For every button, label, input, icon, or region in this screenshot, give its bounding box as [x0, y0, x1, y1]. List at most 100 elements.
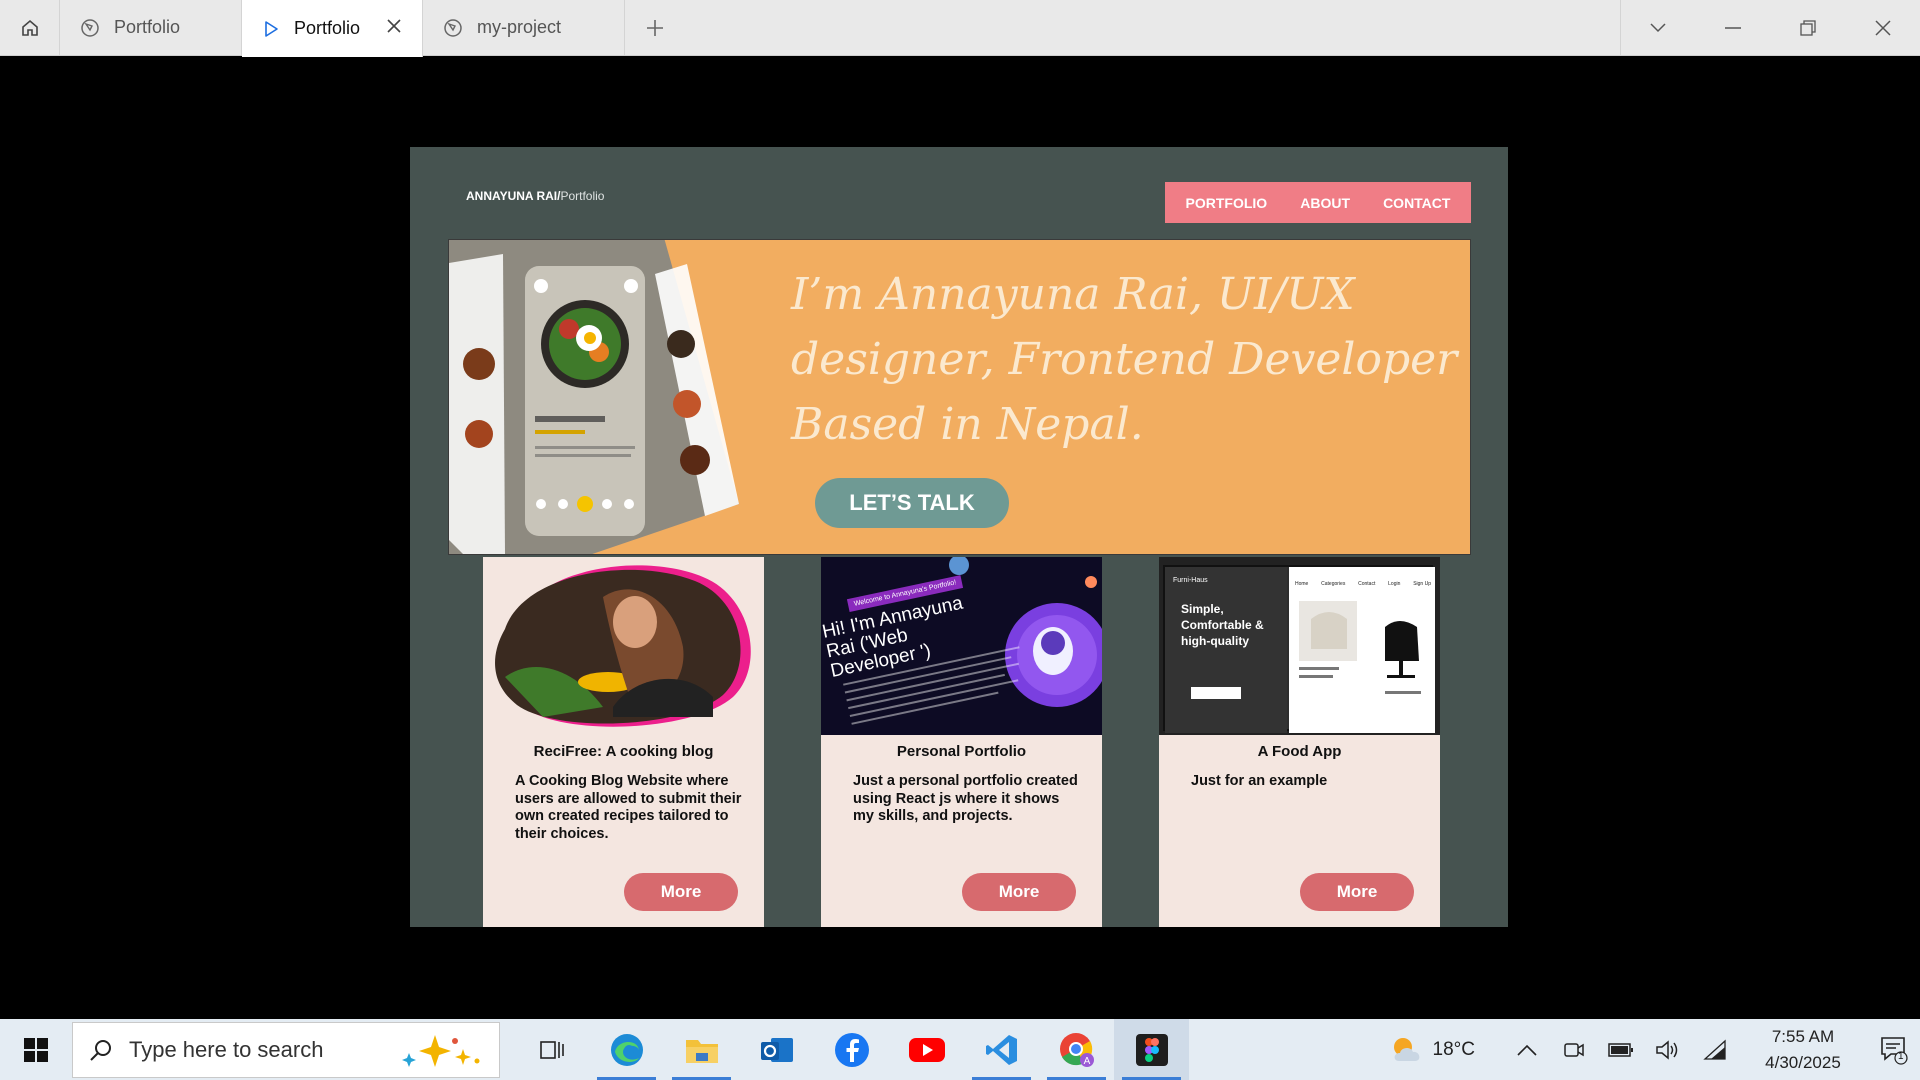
youtube-icon	[908, 1037, 945, 1062]
show-hidden-icons-button[interactable]	[1503, 1044, 1550, 1056]
more-button[interactable]: More	[962, 873, 1076, 911]
folder-icon	[685, 1039, 718, 1063]
home-icon	[21, 19, 38, 36]
chevron-down-icon	[1650, 22, 1666, 32]
youtube-app[interactable]	[889, 1019, 964, 1080]
play-icon	[265, 20, 278, 37]
nav-about[interactable]: ABOUT	[1300, 195, 1350, 211]
file-explorer-app[interactable]	[664, 1019, 739, 1080]
network-button[interactable]	[1691, 1039, 1738, 1061]
tab-my-project[interactable]: my-project	[423, 0, 625, 55]
thumb-heading: Simple, Comfortable & high-quality	[1181, 602, 1264, 648]
search-placeholder: Type here to search	[129, 1036, 324, 1062]
hero-banner: I’m Annayuna Rai, UI/UX designer, Fronte…	[448, 239, 1471, 555]
chrome-icon: A	[1059, 1032, 1094, 1067]
restore-icon	[1799, 19, 1816, 36]
battery-icon	[1607, 1042, 1633, 1057]
card-description: Just a personal portfolio created using …	[853, 773, 1078, 824]
nav-portfolio[interactable]: PORTFOLIO	[1186, 195, 1268, 211]
card-title: A Food App	[1257, 743, 1342, 760]
card-description: Just for an example	[1191, 773, 1328, 789]
portfolio-frame: ANNAYUNA RAI/Portfolio PORTFOLIO ABOUT C…	[410, 147, 1508, 927]
card-title: ReciFree: A cooking blog	[533, 743, 714, 760]
edge-icon	[610, 1033, 643, 1066]
more-button[interactable]: More	[624, 873, 738, 911]
notification-icon	[1881, 1036, 1908, 1065]
chrome-app[interactable]: A	[1039, 1019, 1114, 1080]
speaker-icon	[1655, 1039, 1677, 1060]
battery-button[interactable]	[1597, 1042, 1644, 1058]
clock[interactable]: 7:55 AM 4/30/2025	[1748, 1024, 1858, 1076]
food-app-mockup-image	[449, 240, 739, 554]
lets-talk-button[interactable]: LET’S TALK	[815, 478, 1009, 528]
taskbar: Type here to search A 18°C 7:55 AM 4/30/…	[0, 1019, 1920, 1080]
facebook-app[interactable]	[814, 1019, 889, 1080]
weather-partly-cloudy-icon	[1393, 1037, 1419, 1061]
facebook-icon	[834, 1032, 869, 1067]
camera-icon	[1563, 1042, 1584, 1057]
new-tab-button[interactable]	[625, 0, 685, 55]
tab-label: Portfolio	[294, 18, 361, 38]
outlook-icon	[760, 1037, 793, 1062]
figma-icon	[1135, 1033, 1168, 1066]
thumb-nav-item: Home	[1295, 581, 1309, 587]
task-view-button[interactable]	[514, 1019, 589, 1080]
tab-list-button[interactable]	[1620, 0, 1695, 55]
thumb-brand: Furni-Haus	[1173, 577, 1208, 584]
more-button[interactable]: More	[1300, 873, 1414, 911]
tab-portfolio-figma[interactable]: Portfolio	[60, 0, 242, 55]
site-nav: PORTFOLIO ABOUT CONTACT	[1165, 182, 1471, 223]
search-icon	[90, 1039, 111, 1061]
wifi-icon	[1702, 1039, 1726, 1060]
close-window-button[interactable]	[1845, 0, 1920, 55]
tab-label: my-project	[477, 17, 562, 37]
task-view-icon	[539, 1040, 564, 1059]
close-tab-button[interactable]	[386, 18, 402, 39]
food-app-thumbnail: Furni-Haus Simple, Comfortable & high-qu…	[1159, 557, 1440, 735]
tab-label: Portfolio	[114, 17, 181, 37]
clock-date: 4/30/2025	[1765, 1052, 1841, 1072]
svg-text:A: A	[1083, 1056, 1090, 1067]
notifications-button[interactable]: 1	[1868, 1035, 1920, 1065]
thumb-nav-item: Contact	[1358, 581, 1376, 587]
recifree-thumbnail	[483, 557, 764, 735]
restore-button[interactable]	[1770, 0, 1845, 55]
windows-logo-icon	[24, 1037, 48, 1062]
brand-subtitle: Portfolio	[560, 189, 605, 203]
minimize-button[interactable]	[1695, 0, 1770, 55]
vscode-icon	[985, 1034, 1017, 1065]
meet-now-button[interactable]	[1550, 1039, 1597, 1061]
copilot-sparkle-icon	[402, 1034, 480, 1067]
site-brand[interactable]: ANNAYUNA RAI/Portfolio	[466, 189, 604, 203]
vscode-app[interactable]	[964, 1019, 1039, 1080]
tab-portfolio-prototype[interactable]: Portfolio	[242, 0, 423, 57]
home-button[interactable]	[0, 0, 60, 55]
nav-contact[interactable]: CONTACT	[1383, 195, 1450, 211]
close-icon	[1874, 19, 1891, 36]
thumb-nav: Home Categories Contact Login Sign Up	[1295, 581, 1431, 587]
outlook-app[interactable]	[739, 1019, 814, 1080]
cooking-photo-image	[495, 565, 751, 727]
weather-temperature: 18°C	[1432, 1038, 1475, 1060]
taskbar-search[interactable]: Type here to search	[72, 1021, 500, 1078]
figma-app[interactable]	[1114, 1019, 1189, 1080]
prototype-canvas: ANNAYUNA RAI/Portfolio PORTFOLIO ABOUT C…	[0, 57, 1920, 1019]
window-controls	[1620, 0, 1920, 55]
portfolio-thumbnail: Welcome to Annayuna's Portfolio! Hi! I'm…	[821, 557, 1102, 735]
thumb-nav-item: Categories	[1321, 581, 1346, 587]
system-tray: 18°C 7:55 AM 4/30/2025 1	[1389, 1019, 1920, 1080]
start-button[interactable]	[0, 1019, 72, 1080]
clock-time: 7:55 AM	[1771, 1026, 1835, 1046]
weather-widget[interactable]: 18°C	[1389, 1035, 1475, 1065]
close-icon	[387, 19, 401, 33]
card-title: Personal Portfolio	[896, 743, 1027, 760]
chevron-up-icon	[1516, 1044, 1537, 1056]
volume-button[interactable]	[1644, 1039, 1691, 1061]
edge-app[interactable]	[589, 1019, 664, 1080]
notification-count: 1	[1898, 1050, 1904, 1062]
plus-icon	[647, 19, 663, 36]
brand-name: ANNAYUNA RAI/	[466, 189, 561, 203]
minimize-icon	[1724, 26, 1741, 29]
tab-bar: Portfolio Portfolio my-project	[0, 0, 1920, 57]
card-description: A Cooking Blog Website where users are a…	[515, 773, 742, 842]
